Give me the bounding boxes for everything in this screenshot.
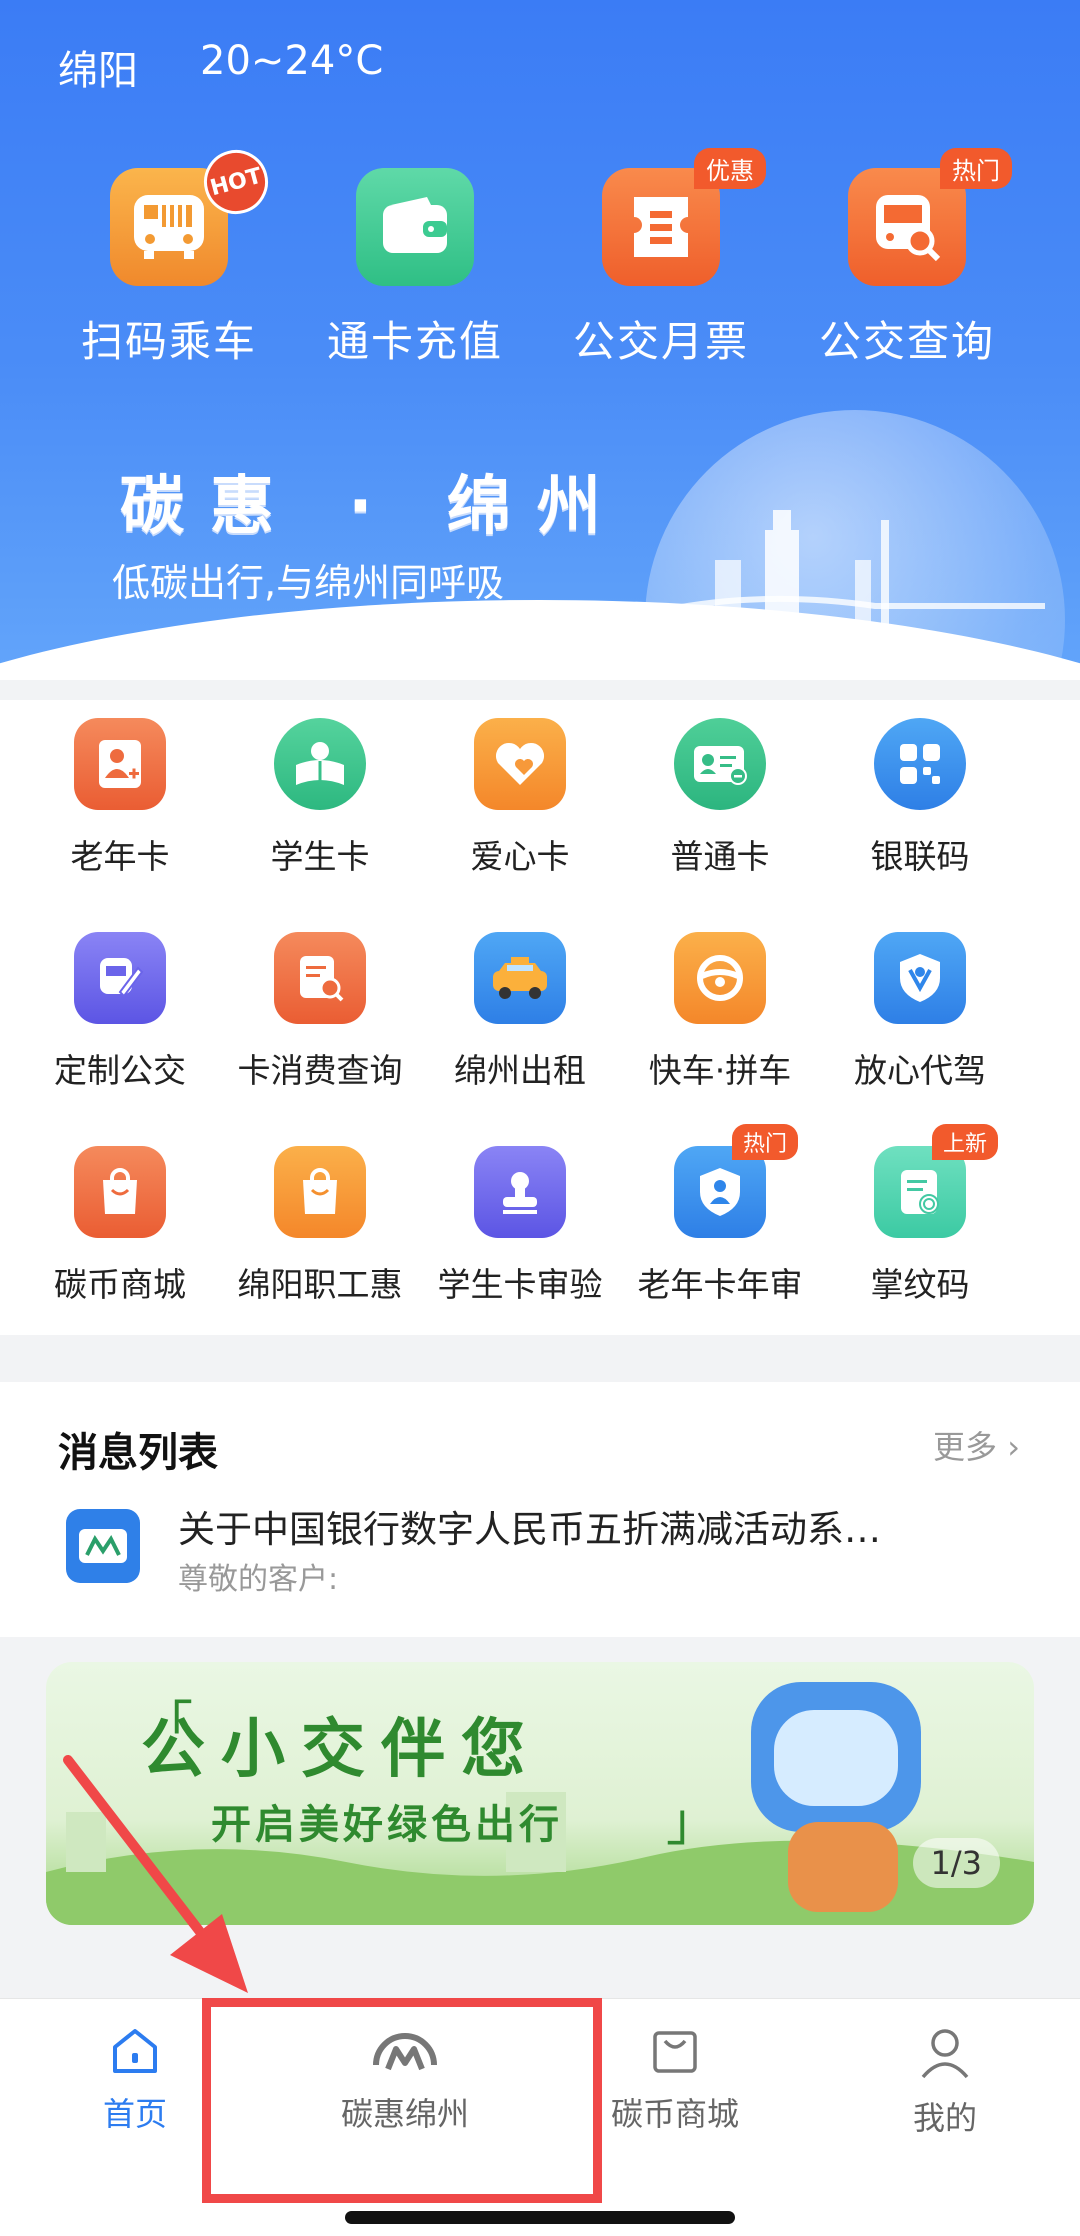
service-label: 掌纹码 [870, 1265, 970, 1304]
service-ride-hailing[interactable]: 快车·拼车 [620, 932, 820, 1092]
palmprint-icon: 上新 [874, 1124, 998, 1238]
elderly-card-icon [74, 718, 166, 810]
service-row: 碳币商城 绵阳职工惠 学生卡审验 热门 老年卡年审 上新 掌纹码 [0, 1124, 1080, 1306]
service-label: 学生卡 [270, 837, 370, 876]
quick-action-scan-ride[interactable]: HOT 扫码乘车 [46, 142, 292, 369]
robot-face [774, 1710, 898, 1806]
quick-action-label: 通卡充值 [326, 317, 503, 366]
service-student-card[interactable]: 学生卡 [220, 718, 420, 878]
banner-pager: 1/3 [912, 1838, 1000, 1888]
app-logo-icon [66, 1509, 140, 1583]
service-label: 爱心卡 [470, 837, 570, 876]
new-badge: 上新 [931, 1124, 998, 1160]
shopping-bag-icon [74, 1146, 166, 1238]
heart-card-icon [474, 718, 566, 810]
banner-title: 公小交伴您 [141, 1713, 541, 1787]
tab-label: 我的 [912, 2099, 977, 2137]
bus-search-icon: 热门 [848, 148, 1012, 286]
qr-bus-icon: HOT [110, 142, 276, 286]
shopping-bag-icon [653, 2031, 697, 2073]
chevron-right-icon: › [1007, 1428, 1020, 1466]
home-icon [113, 2029, 157, 2073]
tab-label: 碳币商城 [610, 2095, 739, 2133]
unionpay-code-icon [874, 718, 966, 810]
promo-banner[interactable]: 「 公小交伴您 开启美好绿色出行 」 1/3 [46, 1662, 1034, 1925]
message-list-title: 消息列表 [58, 1430, 218, 1476]
student-card-icon [274, 718, 366, 810]
service-designated-driver[interactable]: 放心代驾 [820, 932, 1020, 1092]
city-label[interactable]: 绵阳 [58, 38, 138, 96]
message-headline: 关于中国银行数字人民币五折满减活动系… [178, 1508, 881, 1551]
quick-action-bus-search[interactable]: 热门 公交查询 [784, 148, 1030, 369]
service-unionpay-code[interactable]: 银联码 [820, 718, 1020, 878]
tab-label: 首页 [102, 2095, 167, 2133]
service-palmprint-code[interactable]: 上新 掌纹码 [820, 1124, 1020, 1306]
service-label: 绵州出租 [454, 1051, 586, 1090]
hot-badge: 热门 [731, 1124, 798, 1160]
message-panel: 消息列表 更多 › 关于中国银行数字人民币五折满减活动系… 尊敬的客户: [0, 1382, 1080, 1637]
hot-badge: 热门 [940, 148, 1012, 189]
temperature-label: 20~24°C [200, 38, 384, 84]
service-elderly-card-review[interactable]: 热门 老年卡年审 [620, 1124, 820, 1306]
more-link[interactable]: 更多 › [933, 1422, 1020, 1468]
stamp-icon [474, 1146, 566, 1238]
message-summary: 尊敬的客户: [178, 1562, 339, 1597]
service-card-record-search[interactable]: 卡消费查询 [220, 932, 420, 1092]
service-label: 放心代驾 [854, 1051, 986, 1090]
quick-action-label: 扫码乘车 [80, 317, 257, 366]
taxi-icon [474, 932, 566, 1024]
service-label: 快车·拼车 [648, 1051, 792, 1090]
card-record-search-icon [274, 932, 366, 1024]
robot-body [788, 1822, 898, 1912]
service-grid: 老年卡 学生卡 爱心卡 普通卡 银联码 定制公交 卡消费查询 绵州出租 快车·拼… [0, 700, 1080, 1335]
annotation-highlight-box [202, 1998, 602, 2203]
service-label: 定制公交 [54, 1051, 186, 1090]
service-carbon-mall[interactable]: 碳币商城 [20, 1146, 220, 1306]
worker-bag-icon [274, 1146, 366, 1238]
quote-close-mark: 」 [666, 1793, 719, 1853]
ticket-icon: 优惠 [602, 148, 766, 286]
service-label: 老年卡 [70, 837, 170, 876]
quick-action-label: 公交月票 [572, 317, 749, 366]
elderly-review-icon: 热门 [674, 1124, 798, 1238]
home-indicator [345, 2211, 735, 2224]
service-row: 老年卡 学生卡 爱心卡 普通卡 银联码 [0, 718, 1080, 878]
regular-card-icon [674, 718, 766, 810]
quick-action-label: 公交查询 [818, 317, 995, 366]
discount-badge: 优惠 [694, 148, 766, 189]
service-row: 定制公交 卡消费查询 绵州出租 快车·拼车 放心代驾 [0, 932, 1080, 1092]
wallet-icon [356, 168, 474, 286]
service-worker-benefits[interactable]: 绵阳职工惠 [220, 1146, 420, 1306]
banner-subtitle: 开启美好绿色出行 [211, 1802, 563, 1848]
quick-action-recharge[interactable]: 通卡充值 [292, 168, 538, 369]
quick-action-monthly-pass[interactable]: 优惠 公交月票 [538, 148, 784, 369]
service-label: 普通卡 [670, 837, 770, 876]
hot-badge: HOT [196, 142, 276, 222]
steering-wheel-icon [674, 932, 766, 1024]
service-label: 绵阳职工惠 [237, 1265, 403, 1304]
service-taxi[interactable]: 绵州出租 [420, 932, 620, 1092]
service-label: 老年卡年审 [637, 1265, 803, 1304]
service-label: 卡消费查询 [237, 1051, 403, 1090]
hero-header: 绵阳 20~24°C HOT 扫码乘车 通卡充值 优惠 公交月票 热门 公交查询… [0, 0, 1080, 680]
service-label: 学生卡审验 [437, 1265, 603, 1304]
slogan-subtitle: 低碳出行,与绵州同呼吸 [112, 561, 505, 605]
weather-bar: 绵阳 20~24°C [58, 38, 383, 96]
service-custom-bus[interactable]: 定制公交 [20, 932, 220, 1092]
shield-driver-icon [874, 932, 966, 1024]
service-heart-card[interactable]: 爱心卡 [420, 718, 620, 878]
custom-bus-icon [74, 932, 166, 1024]
tab-profile[interactable]: 我的 [810, 2025, 1080, 2139]
quick-actions: HOT 扫码乘车 通卡充值 优惠 公交月票 热门 公交查询 [0, 142, 1080, 369]
slogan-title: 碳惠 · 绵州 [120, 470, 627, 544]
service-student-card-review[interactable]: 学生卡审验 [420, 1146, 620, 1306]
service-label: 碳币商城 [54, 1265, 186, 1304]
service-regular-card[interactable]: 普通卡 [620, 718, 820, 878]
person-icon [921, 2029, 969, 2079]
service-label: 银联码 [870, 837, 970, 876]
more-label: 更多 [933, 1428, 998, 1466]
service-elderly-card[interactable]: 老年卡 [20, 718, 220, 878]
